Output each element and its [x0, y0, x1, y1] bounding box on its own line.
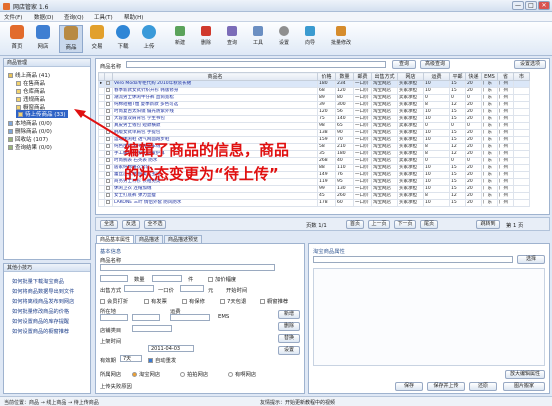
annotation-text: 编辑了商品的信息，商品 的状态变更为“待上传” [124, 141, 290, 183]
annotation-arrow-layer [74, 109, 129, 143]
annotation-arrow [81, 113, 129, 143]
status-bar: 当前位置：商品 → 线上商品 → 待上传商品 友情提示：开始更新教程中的视频 [0, 396, 552, 406]
status-location: 当前位置：商品 → 线上商品 → 待上传商品 [4, 400, 99, 406]
status-tip: 友情提示：开始更新教程中的视频 [260, 400, 336, 406]
arrow-head [74, 109, 86, 118]
